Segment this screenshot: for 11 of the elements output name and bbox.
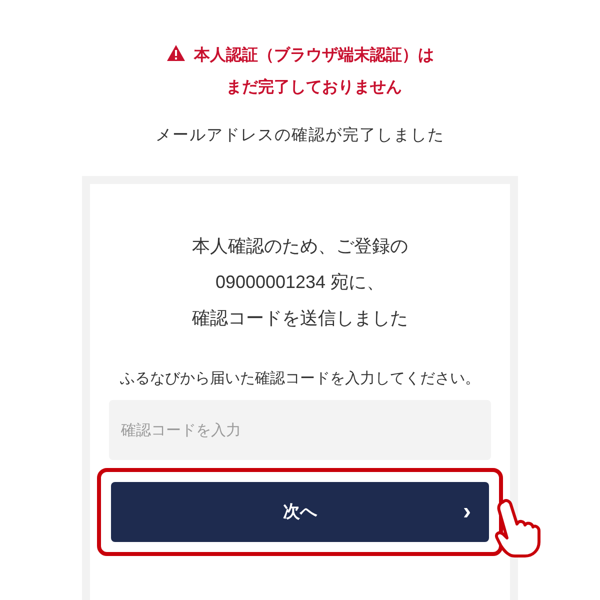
confirmation-message: 09000001234 宛に、 — [215, 271, 385, 294]
warning-message: 本人認証（ブラウザ端末認証）は — [194, 45, 434, 66]
status-message: メールアドレスの確認が完了しました — [156, 126, 444, 146]
chevron-icon: › — [463, 500, 471, 524]
instruction-text: ふるなびから届いた確認コードを入力してください。 — [119, 369, 481, 389]
code-input-field[interactable]: 確認コードを入力 — [109, 400, 491, 460]
warning-message: まだ完了しておりません — [226, 77, 402, 98]
confirmation-message: 本人確認のため、ご登録の — [192, 235, 408, 258]
warning-icon — [166, 44, 186, 62]
next-button[interactable]: 次へ › — [111, 482, 489, 542]
confirmation-message: 確認コードを送信しました — [192, 307, 408, 330]
